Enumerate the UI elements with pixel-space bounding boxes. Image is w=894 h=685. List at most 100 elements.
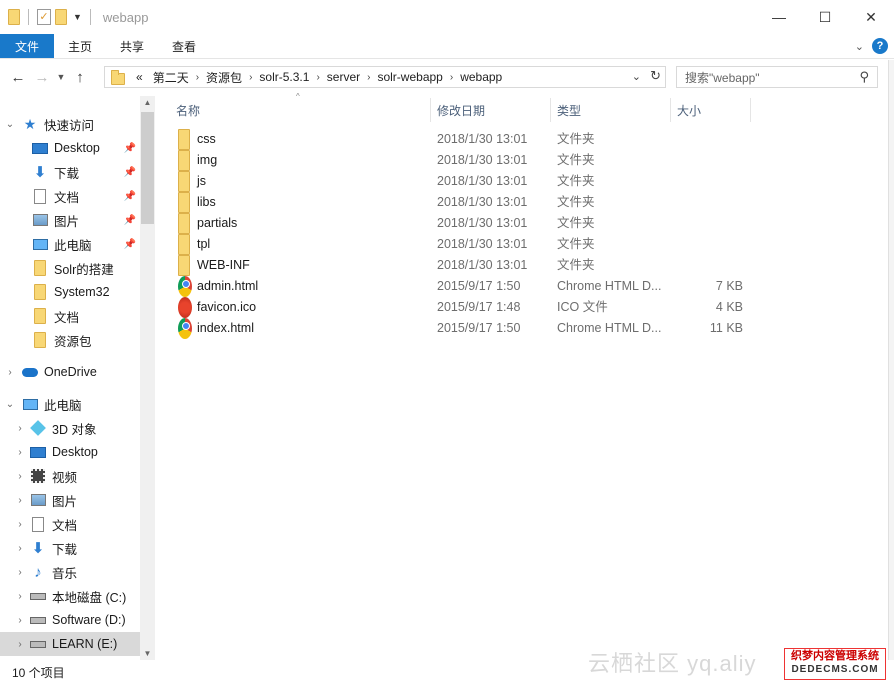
scrollbar-thumb[interactable] <box>141 112 154 224</box>
maximize-button[interactable]: ☐ <box>802 0 848 34</box>
nav-this-pc[interactable]: ⌄ 此电脑 <box>0 392 140 416</box>
up-arrow-icon[interactable]: ↑ <box>68 69 92 86</box>
nav-quick-desktop[interactable]: Desktop 📌 <box>0 136 140 160</box>
column-divider[interactable] <box>430 98 431 122</box>
nav-pc-music[interactable]: › ♪ 音乐 <box>0 560 140 584</box>
nav-pc-drive-c[interactable]: › 本地磁盘 (C:) <box>0 584 140 608</box>
forward-arrow-icon[interactable]: → <box>30 69 54 86</box>
expand-chevron-icon[interactable]: › <box>14 471 26 482</box>
file-row[interactable]: css 2018/1/30 13:01 文件夹 <box>170 129 760 150</box>
new-folder-icon[interactable] <box>55 9 67 25</box>
address-overflow[interactable]: « <box>136 70 143 84</box>
nav-quick-docs-folder[interactable]: 文档 <box>0 304 140 328</box>
chevron-right-icon[interactable]: › <box>367 72 370 83</box>
chevron-right-icon[interactable]: › <box>316 72 319 83</box>
search-input[interactable]: 搜索"webapp" ⚲ <box>676 66 878 88</box>
nav-quick-access[interactable]: ⌄ ★ 快速访问 <box>0 112 140 136</box>
nav-pc-3d[interactable]: › 3D 对象 <box>0 416 140 440</box>
back-arrow-icon[interactable]: ← <box>6 69 30 86</box>
file-type: 文件夹 <box>557 216 595 230</box>
expand-chevron-icon[interactable]: › <box>14 615 26 626</box>
file-row[interactable]: libs 2018/1/30 13:01 文件夹 <box>170 192 760 213</box>
file-row[interactable]: partials 2018/1/30 13:01 文件夹 <box>170 213 760 234</box>
file-row[interactable]: favicon.ico 2015/9/17 1:48 ICO 文件 4 KB <box>170 297 760 318</box>
column-header-name[interactable]: 名称 <box>176 98 200 122</box>
nav-pc-downloads[interactable]: › ⬇ 下载 <box>0 536 140 560</box>
expand-chevron-icon[interactable]: › <box>14 567 26 578</box>
tab-view[interactable]: 查看 <box>158 34 210 58</box>
address-bar[interactable]: « 第二天 › 资源包 › solr-5.3.1 › server › solr… <box>104 66 666 88</box>
breadcrumb-2[interactable]: solr-5.3.1 <box>259 70 309 84</box>
column-header-type[interactable]: 类型 <box>557 98 581 122</box>
expand-chevron-icon[interactable]: › <box>14 519 26 530</box>
nav-scrollbar[interactable]: ▲ ▼ <box>140 96 155 660</box>
nav-quick-pictures[interactable]: 图片 📌 <box>0 208 140 232</box>
column-divider[interactable] <box>550 98 551 122</box>
column-divider[interactable] <box>670 98 671 122</box>
expand-chevron-icon[interactable]: › <box>4 367 16 378</box>
recent-locations-chevron-icon[interactable]: ▼ <box>54 72 68 82</box>
pin-icon[interactable]: 📌 <box>124 143 136 154</box>
nav-pc-documents[interactable]: › 文档 <box>0 512 140 536</box>
nav-pc-drive-d[interactable]: › Software (D:) <box>0 608 140 632</box>
scroll-up-icon[interactable]: ▲ <box>140 98 155 107</box>
nav-quick-downloads[interactable]: ⬇ 下载 📌 <box>0 160 140 184</box>
column-divider[interactable] <box>750 98 751 122</box>
nav-pc-desktop[interactable]: › Desktop <box>0 440 140 464</box>
file-row[interactable]: index.html 2015/9/17 1:50 Chrome HTML D.… <box>170 318 760 339</box>
scroll-down-icon[interactable]: ▼ <box>140 649 155 658</box>
expand-chevron-icon[interactable]: › <box>14 495 26 506</box>
file-row[interactable]: WEB-INF 2018/1/30 13:01 文件夹 <box>170 255 760 276</box>
search-icon[interactable]: ⚲ <box>859 69 869 85</box>
expand-chevron-icon[interactable]: › <box>14 447 26 458</box>
pin-icon[interactable]: 📌 <box>124 215 136 226</box>
chevron-down-icon[interactable]: ⌄ <box>855 40 864 53</box>
pin-icon[interactable]: 📌 <box>124 191 136 202</box>
chevron-right-icon[interactable]: › <box>249 72 252 83</box>
file-row[interactable]: img 2018/1/30 13:01 文件夹 <box>170 150 760 171</box>
help-icon[interactable]: ? <box>872 38 888 54</box>
column-header-size[interactable]: 大小 <box>677 98 701 122</box>
expand-chevron-icon[interactable]: › <box>14 423 26 434</box>
content-scrollbar[interactable] <box>888 60 894 660</box>
chevron-right-icon[interactable]: › <box>450 72 453 83</box>
breadcrumb-4[interactable]: solr-webapp <box>377 70 442 84</box>
nav-quick-this-pc[interactable]: 此电脑 📌 <box>0 232 140 256</box>
nav-pc-video[interactable]: › 视频 <box>0 464 140 488</box>
expand-chevron-icon[interactable]: › <box>14 543 26 554</box>
pin-icon[interactable]: 📌 <box>124 239 136 250</box>
properties-icon[interactable]: ✓ <box>37 9 51 25</box>
file-row[interactable]: admin.html 2015/9/17 1:50 Chrome HTML D.… <box>170 276 760 297</box>
address-dropdown-icon[interactable]: ⌄ <box>632 70 641 83</box>
file-row[interactable]: tpl 2018/1/30 13:01 文件夹 <box>170 234 760 255</box>
pin-icon[interactable]: 📌 <box>124 167 136 178</box>
nav-quick-documents[interactable]: 文档 📌 <box>0 184 140 208</box>
nav-quick-solr[interactable]: Solr的搭建 <box>0 256 140 280</box>
chrome-icon <box>178 318 194 339</box>
breadcrumb-0[interactable]: 第二天 <box>153 69 189 86</box>
chevron-down-icon[interactable]: ▼ <box>73 12 82 22</box>
collapse-chevron-icon[interactable]: ⌄ <box>4 399 16 410</box>
breadcrumb-1[interactable]: 资源包 <box>206 69 242 86</box>
tab-file[interactable]: 文件 <box>0 34 54 58</box>
collapse-chevron-icon[interactable]: ⌄ <box>4 119 16 130</box>
file-row[interactable]: js 2018/1/30 13:01 文件夹 <box>170 171 760 192</box>
minimize-button[interactable]: — <box>756 0 802 34</box>
file-size <box>670 171 743 192</box>
nav-quick-resources[interactable]: 资源包 <box>0 328 140 352</box>
tab-share[interactable]: 共享 <box>106 34 158 58</box>
tab-home[interactable]: 主页 <box>54 34 106 58</box>
breadcrumb-3[interactable]: server <box>327 70 360 84</box>
breadcrumb-5[interactable]: webapp <box>460 70 502 84</box>
nav-pc-pictures[interactable]: › 图片 <box>0 488 140 512</box>
column-header-date[interactable]: 修改日期 <box>437 98 485 122</box>
expand-chevron-icon[interactable]: › <box>14 639 26 650</box>
close-button[interactable]: ✕ <box>848 0 894 34</box>
expand-chevron-icon[interactable]: › <box>14 591 26 602</box>
nav-quick-system32[interactable]: System32 <box>0 280 140 304</box>
nav-onedrive[interactable]: › OneDrive <box>0 360 140 384</box>
chevron-right-icon[interactable]: › <box>196 72 199 83</box>
refresh-icon[interactable]: ↻ <box>650 68 661 84</box>
folder-icon <box>178 171 194 192</box>
nav-pc-drive-e[interactable]: › LEARN (E:) <box>0 632 140 656</box>
